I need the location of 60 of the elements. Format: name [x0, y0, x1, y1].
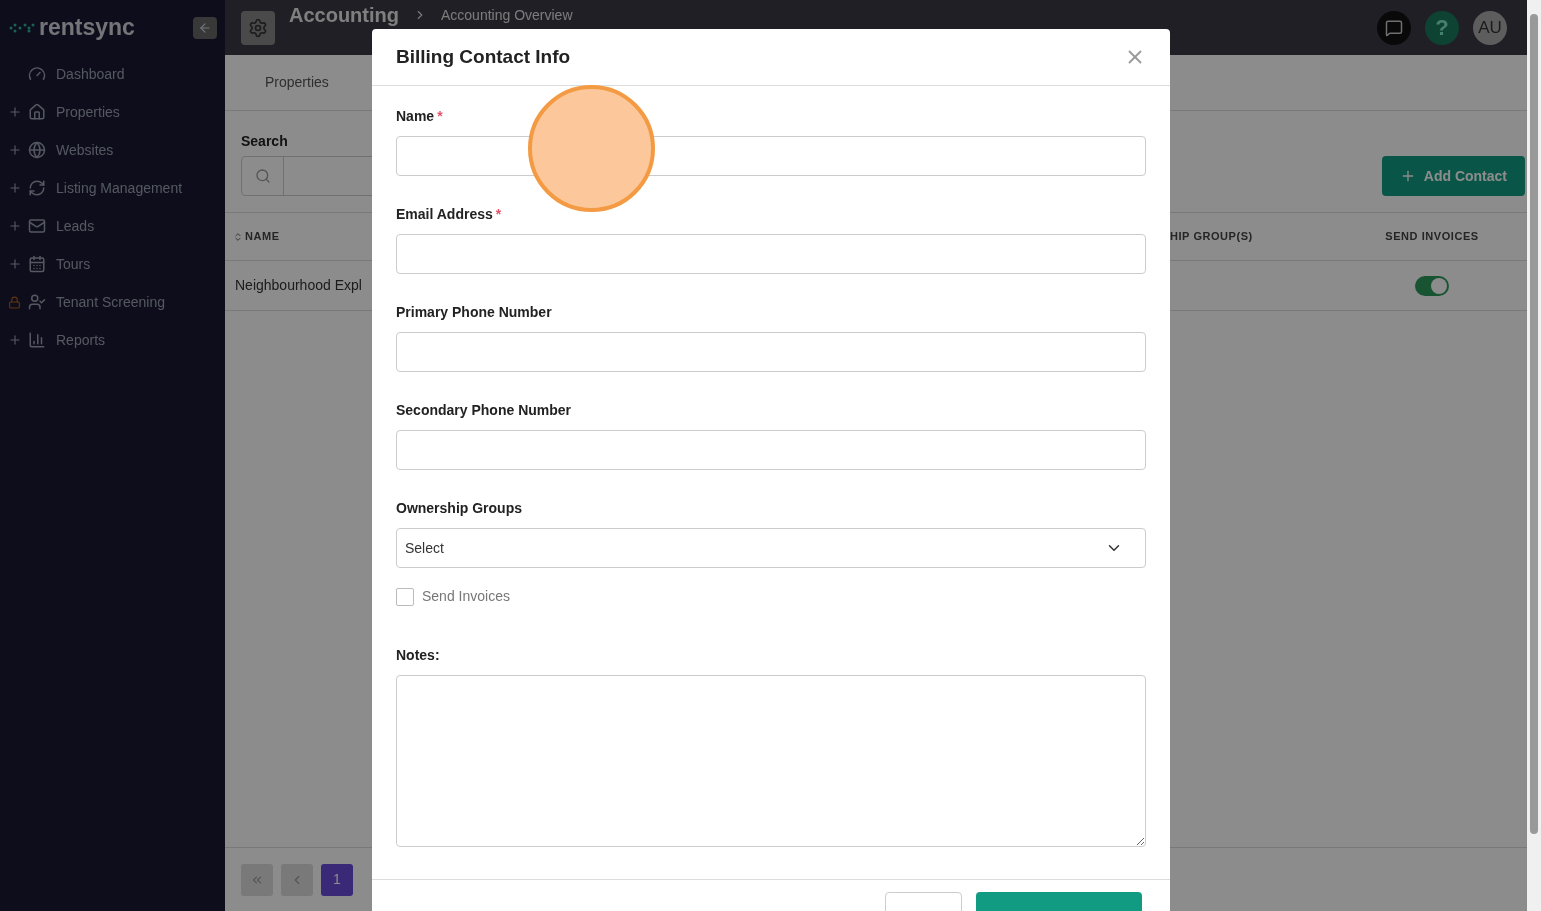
user-avatar[interactable]: AU: [1473, 10, 1507, 45]
column-header: NAME: [245, 229, 280, 245]
page-title: Accounting: [289, 5, 399, 25]
toggle-switch[interactable]: [1415, 275, 1449, 296]
search-label: Search: [241, 132, 289, 151]
checkbox[interactable]: [396, 587, 414, 606]
breadcrumb[interactable]: Accounting Overview: [441, 7, 573, 23]
expand-icon[interactable]: [8, 181, 22, 195]
sidebar-item[interactable]: Leads: [56, 215, 95, 237]
field-label: Notes:: [396, 647, 440, 663]
table-cell-text: Neighbourhood Expl: [234, 276, 363, 295]
sidebar-item[interactable]: Properties: [56, 101, 120, 123]
expand-icon[interactable]: [8, 257, 22, 271]
help-button[interactable]: ?: [1425, 10, 1459, 45]
add-contact-button[interactable]: Add Contact: [1381, 156, 1525, 196]
expand-icon[interactable]: [8, 333, 22, 347]
page-button[interactable]: 1: [321, 863, 353, 896]
bar-chart-icon: [28, 331, 46, 349]
column-header: HIP GROUP(S): [1170, 230, 1253, 243]
globe-icon: [28, 141, 46, 159]
required-mark: *: [437, 108, 443, 124]
gauge-icon: [28, 65, 46, 83]
mail-icon: [28, 217, 46, 235]
field-label: Ownership Groups: [396, 500, 522, 516]
settings-icon: [241, 10, 275, 45]
sidebar-item[interactable]: Websites: [56, 139, 114, 161]
sidebar-item[interactable]: Reports: [56, 329, 106, 351]
house-icon: [28, 103, 46, 121]
column-header: SEND INVOICES: [1385, 229, 1479, 245]
field-label: Primary Phone Number: [396, 304, 552, 320]
checkbox-label: Send Invoices: [422, 587, 510, 606]
feedback-button[interactable]: [1377, 10, 1411, 45]
expand-icon[interactable]: [8, 143, 22, 157]
sort-icon[interactable]: [233, 231, 243, 242]
search-icon: [254, 168, 271, 184]
sidebar-item[interactable]: Tours: [56, 253, 91, 275]
notes-field[interactable]: [396, 675, 1146, 847]
expand-icon[interactable]: [8, 105, 22, 119]
arrow-left-icon: [198, 20, 212, 35]
chat-icon: [1385, 18, 1403, 37]
sidebar-item[interactable]: Dashboard: [56, 63, 125, 85]
lock-icon: [8, 295, 21, 309]
sync-icon: [28, 179, 46, 197]
modal-title: Billing Contact Info: [396, 44, 571, 69]
collapse-button[interactable]: [193, 16, 217, 39]
first-page-button[interactable]: [241, 863, 273, 896]
required-mark: *: [495, 206, 502, 222]
expand-icon[interactable]: [8, 219, 22, 233]
sidebar-item[interactable]: Listing Management: [56, 177, 183, 199]
logo-icon: [8, 21, 36, 34]
tab[interactable]: Properties: [265, 72, 329, 93]
calendar-icon: [28, 255, 46, 273]
previous-page-button[interactable]: [281, 863, 313, 896]
field-label: Name: [396, 108, 435, 124]
logo-text: rentsync: [39, 13, 135, 43]
user-check-icon: [28, 293, 46, 311]
select-field[interactable]: Select: [396, 528, 1146, 568]
sidebar-item[interactable]: Tenant Screening: [56, 291, 165, 313]
field-label: Email Address: [396, 206, 493, 222]
field-label: Secondary Phone Number: [396, 402, 572, 418]
